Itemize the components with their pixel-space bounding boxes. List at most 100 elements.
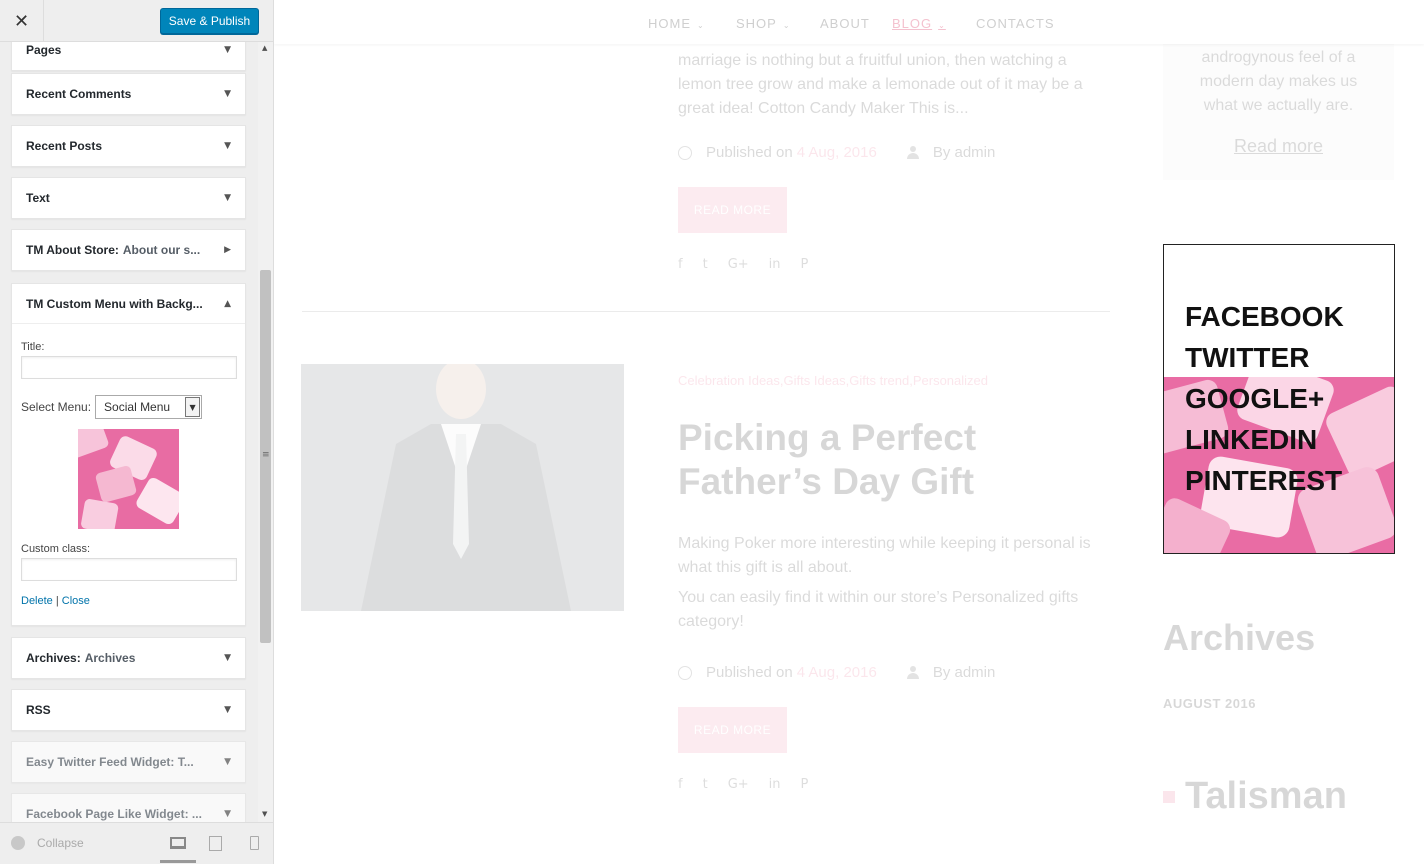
google-plus-icon[interactable]: G+ [728,777,749,792]
user-icon [906,666,919,679]
about-store-text: androgynous feel of a modern day makes u… [1199,49,1358,114]
archives-item[interactable]: AUGUST 2016 [1163,696,1256,711]
clock-icon [678,665,692,680]
widget-subtitle: Archives [84,651,136,665]
social-menu-item-linkedin[interactable]: LINKEDIN [1185,424,1317,456]
linkedin-icon[interactable]: in [769,777,781,792]
panel-scrollbar[interactable]: ▲ ≡ ▼ [258,42,273,822]
widget-rss[interactable]: RSS ▼ [11,689,246,731]
expand-arrow-icon[interactable]: ▼ [224,705,231,715]
about-read-more-link[interactable]: Read more [1163,136,1394,157]
close-customizer-button[interactable]: ✕ [0,0,44,42]
collapse-arrow-icon[interactable]: ▲ [224,299,231,309]
linkedin-icon[interactable]: in [769,257,781,272]
post-image[interactable] [301,364,624,611]
post-date[interactable]: 4 Aug, 2016 [797,664,877,681]
pinterest-icon[interactable]: P [801,257,809,272]
post-author[interactable]: By admin [933,664,996,681]
delete-link[interactable]: Delete [21,595,53,607]
widget-title: Recent Posts ▼ [12,126,245,166]
close-link[interactable]: Close [62,595,90,607]
widget-tm-custom-menu: TM Custom Menu with Backg... ▲ Title: Sel… [11,283,246,626]
widget-actions: Delete | Close [21,595,236,607]
tablet-preview-icon[interactable] [209,836,222,851]
rss-widget-title[interactable]: Talisman [1163,775,1347,818]
widget-title: Facebook Page Like Widget: ... ▼ [12,794,245,822]
nav-item-about[interactable]: ABOUT [820,16,870,31]
expand-arrow-icon[interactable]: ▼ [224,193,231,203]
google-plus-icon[interactable]: G+ [728,257,749,272]
select-menu-row: Select Menu: Social Menu ▼ [21,395,236,419]
widget-title-text: TM Custom Menu with Backg... [26,296,203,311]
scroll-up-arrow-icon[interactable]: ▲ [262,44,267,52]
expand-arrow-icon[interactable]: ▼ [224,653,231,663]
post-paragraph-2: You can easily find it within our store’… [678,589,1079,630]
rss-title: Talisman [1185,775,1347,817]
title-input[interactable] [21,356,237,379]
select-menu-dropdown[interactable]: Social Menu ▼ [95,395,203,419]
panel-header: ✕ Save & Publish [0,0,273,42]
expand-arrow-icon[interactable]: ▼ [224,45,231,55]
custom-class-input[interactable] [21,558,237,581]
post-paragraph-1: Making Poker more interesting while keep… [678,535,1091,576]
expand-arrow-icon[interactable]: ▶ [224,245,231,255]
twitter-icon[interactable]: t [703,257,708,272]
mobile-preview-icon[interactable] [250,836,259,850]
widget-easy-twitter-feed[interactable]: Easy Twitter Feed Widget: T... ▼ [11,741,246,783]
post-title[interactable]: Picking a Perfect Father’s Day Gift [678,416,1118,504]
nav-label: SHOP [736,16,777,31]
post-author[interactable]: By admin [933,144,996,161]
expand-arrow-icon[interactable]: ▼ [224,141,231,151]
widget-recent-posts[interactable]: Recent Posts ▼ [11,125,246,167]
scroll-down-arrow-icon[interactable]: ▼ [262,810,267,818]
widget-title[interactable]: TM Custom Menu with Backg... ▲ [12,284,245,324]
collapse-icon [11,836,25,850]
widget-text[interactable]: Text ▼ [11,177,246,219]
social-menu-item-pinterest[interactable]: PINTEREST [1185,465,1342,497]
post-date[interactable]: 4 Aug, 2016 [797,144,877,161]
chevron-down-icon[interactable]: ▼ [185,397,201,417]
rss-icon [1163,790,1175,803]
expand-arrow-icon[interactable]: ▼ [224,757,231,767]
expand-arrow-icon[interactable]: ▼ [224,89,231,99]
share-links: f t G+ in P [678,777,808,792]
background-image-preview[interactable] [78,429,179,529]
published-label: Published on [706,664,793,681]
read-more-button[interactable]: READ MORE [678,707,787,753]
expand-arrow-icon[interactable]: ▼ [224,809,231,819]
nav-item-home[interactable]: HOME ⌄ [648,16,705,31]
widget-tm-about-store[interactable]: TM About Store: About our s... ▶ [11,229,246,271]
share-links: f t G+ in P [678,257,808,272]
widget-title-text: Facebook Page Like Widget: ... [26,807,202,821]
marshmallow-image [78,429,179,529]
widget-list: Pages ▼ Recent Comments ▼ Recent Posts ▼ Te… [0,42,258,822]
pinterest-icon[interactable]: P [801,777,809,792]
nav-item-shop[interactable]: SHOP ⌄ [736,16,791,31]
facebook-icon[interactable]: f [678,257,683,272]
social-menu-item-twitter[interactable]: TWITTER [1185,342,1309,374]
collapse-label: Collapse [37,836,84,850]
nav-item-blog[interactable]: BLOG ⌄ [892,16,946,31]
widget-pages[interactable]: Pages ▼ [11,42,246,71]
main-navigation: HOME ⌄ SHOP ⌄ ABOUT BLOG ⌄ CONTACTS [274,0,1424,44]
social-menu-item-facebook[interactable]: FACEBOOK [1185,301,1344,333]
widget-archives[interactable]: Archives: Archives ▼ [11,637,246,679]
post-meta: Published on 4 Aug, 2016 By admin [678,144,995,161]
twitter-icon[interactable]: t [703,777,708,792]
facebook-icon[interactable]: f [678,777,683,792]
widget-title-text: Text [26,191,50,205]
clock-icon [678,145,692,160]
widget-facebook-page-like[interactable]: Facebook Page Like Widget: ... ▼ [11,793,246,822]
archives-heading: Archives [1163,617,1316,658]
widget-recent-comments[interactable]: Recent Comments ▼ [11,73,246,115]
chevron-down-icon: ⌄ [697,21,705,30]
save-publish-button[interactable]: Save & Publish [160,8,259,34]
read-more-button[interactable]: READ MORE [678,187,787,233]
man-in-suit-image [301,364,624,611]
collapse-button[interactable]: Collapse [11,836,84,850]
widget-title: Recent Comments ▼ [12,74,245,114]
social-menu-item-google-plus[interactable]: GOOGLE+ [1185,383,1324,415]
nav-item-contacts[interactable]: CONTACTS [976,16,1055,31]
post-categories[interactable]: Celebration Ideas,Gifts Ideas,Gifts tren… [678,373,988,388]
desktop-preview-icon[interactable] [170,837,186,849]
